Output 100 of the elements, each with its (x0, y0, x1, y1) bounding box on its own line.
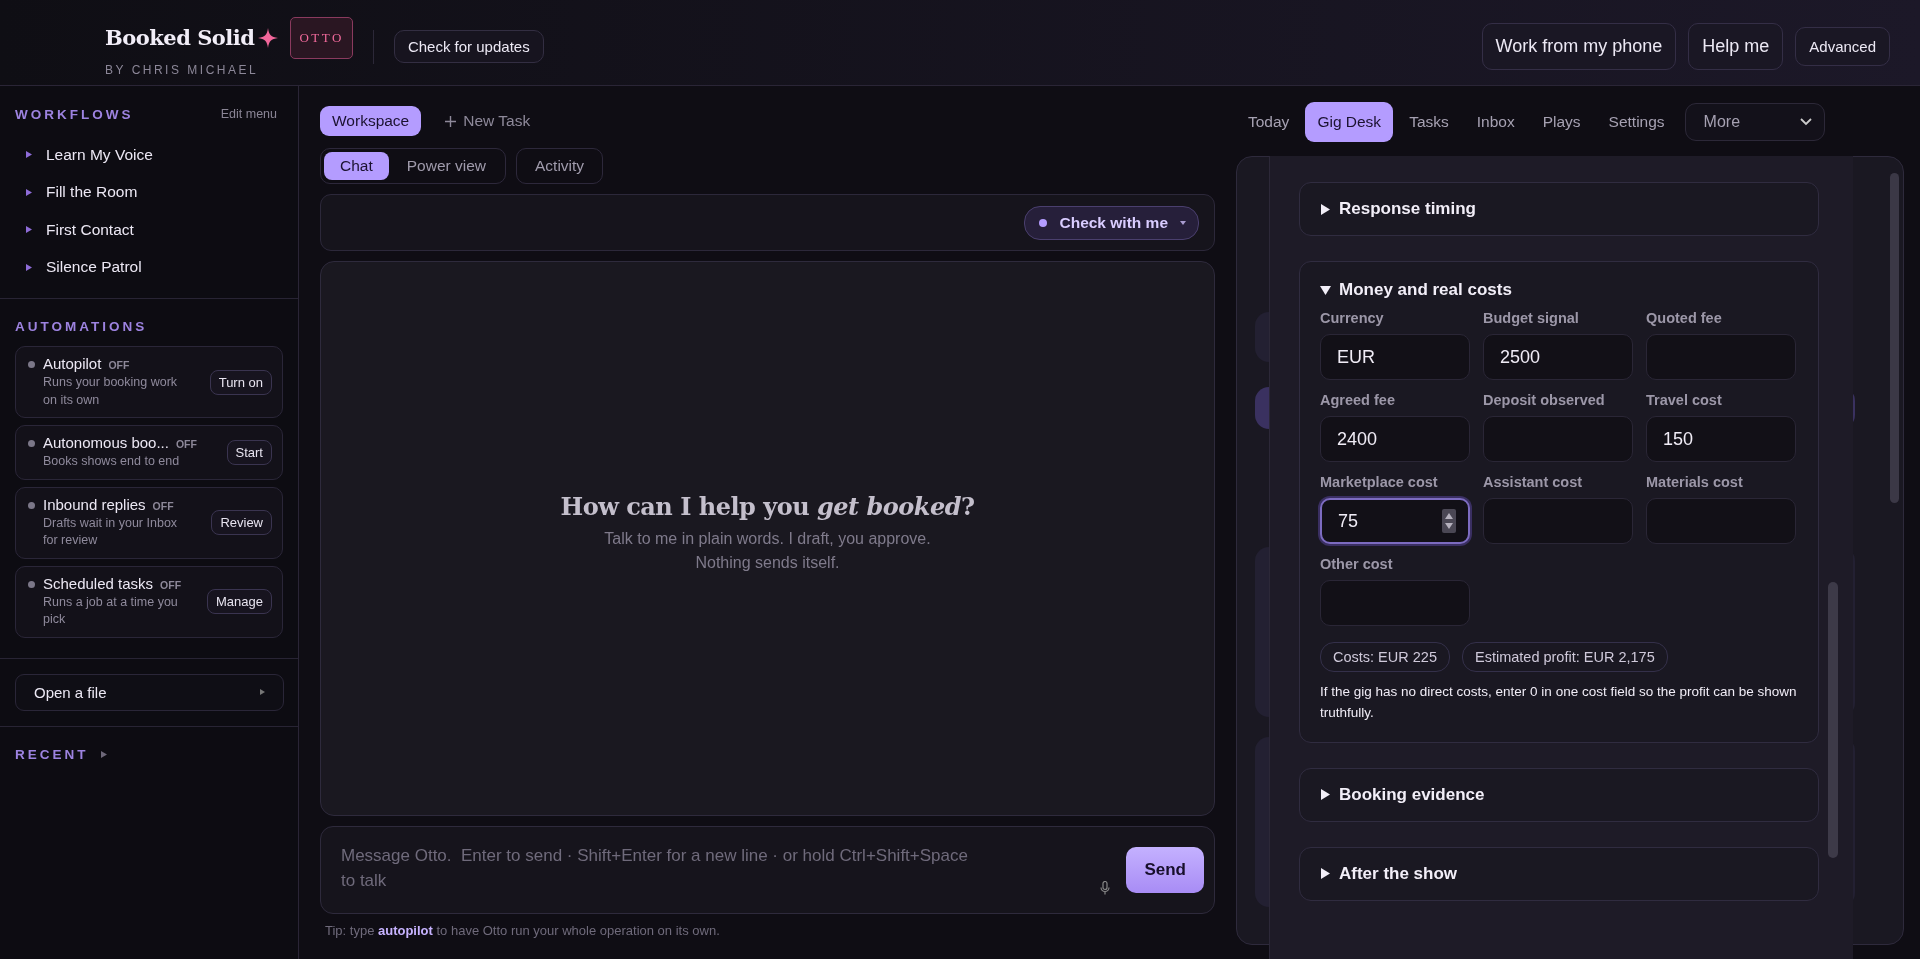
field-label: Travel cost (1646, 392, 1723, 408)
triangle-icon (1320, 284, 1331, 296)
section-toggle[interactable]: Response timing (1300, 183, 1818, 235)
automation-button[interactable]: Start (226, 439, 272, 465)
view-tab[interactable]: Power view (390, 152, 502, 180)
nav-tab[interactable]: Plays (1530, 102, 1593, 142)
triangle-icon (26, 151, 32, 159)
header-button[interactable]: Help me (1688, 23, 1784, 70)
section-toggle[interactable]: Booking evidence (1300, 768, 1818, 821)
summary-chip: Estimated profit: EUR 2,175 (1461, 642, 1668, 672)
section-title: RECENT (15, 746, 89, 762)
scrollbar[interactable] (1828, 582, 1838, 858)
input-field[interactable]: 150 (1646, 416, 1796, 462)
triangle-icon (100, 750, 107, 758)
section-toggle[interactable]: Money and real costs (1300, 262, 1818, 310)
empty-state-heading: How can I help you get booked? (560, 492, 975, 521)
section-toggle[interactable]: After the show (1300, 847, 1818, 900)
field-label: Quoted fee (1646, 310, 1723, 326)
field-label: Agreed fee (1320, 392, 1396, 408)
section-title: WORKFLOWS (15, 106, 134, 122)
nav-tab[interactable]: Inbox (1464, 102, 1527, 142)
status-dot (28, 440, 35, 447)
workflow-item[interactable]: Silence Patrol (46, 258, 142, 277)
field-label: Materials cost (1646, 474, 1744, 490)
workspace-tab[interactable]: Workspace (320, 106, 422, 136)
chevron-icon (1799, 118, 1812, 126)
more-dropdown[interactable]: More (1684, 103, 1825, 141)
nav-tab[interactable]: Today (1236, 102, 1302, 142)
input-field[interactable]: EUR (1320, 334, 1470, 380)
automation-name: Scheduled tasks (43, 574, 154, 592)
help-note: If the gig has no direct costs, enter 0 in one cost field so the profit can be shown truthfully. (1319, 683, 1798, 722)
automation-status: OFF (152, 499, 174, 512)
workflow-item[interactable]: First Contact (46, 220, 134, 239)
triangle-icon (26, 263, 32, 271)
automation-status: OFF (160, 578, 182, 591)
workflow-item[interactable]: Learn My Voice (46, 145, 153, 164)
triangle-icon (26, 188, 32, 196)
field-label: Budget signal (1483, 310, 1580, 326)
input-field[interactable]: 2500 (1483, 334, 1633, 380)
status-dot (28, 580, 35, 588)
otto-badge: OTTO (290, 16, 353, 59)
field-label: Other cost (1320, 556, 1394, 572)
spinner-icon[interactable] (1442, 509, 1456, 533)
automation-description: Books shows end to end (43, 453, 181, 470)
input-field[interactable] (1646, 334, 1796, 380)
mode-dropdown[interactable]: Check with me (1024, 205, 1199, 240)
app-title: Booked Solid (105, 25, 255, 50)
automation-button[interactable]: Turn on (209, 369, 272, 395)
open-file-button[interactable]: Open a file (15, 673, 284, 711)
input-field[interactable] (1646, 498, 1796, 544)
nav-tab[interactable]: Settings (1596, 102, 1677, 142)
nav-tab[interactable]: Tasks (1397, 102, 1461, 142)
microphone-icon[interactable] (1100, 881, 1111, 895)
tip-text: Tip: type autopilot to have Otto run your whole operation on its own. (324, 923, 721, 938)
automation-description: Runs your booking work on its own (43, 374, 179, 409)
empty-state-text: Nothing sends itself. (694, 553, 841, 573)
input-field[interactable] (1483, 416, 1633, 462)
field-label: Deposit observed (1483, 392, 1606, 408)
automation-status: OFF (175, 438, 197, 450)
triangle-icon (1320, 789, 1331, 801)
caret-icon (1180, 220, 1186, 225)
automation-description: Drafts wait in your Inbox for review (43, 514, 179, 549)
automation-button[interactable]: Review (211, 510, 272, 535)
automation-status: OFF (108, 359, 130, 371)
status-dot (28, 361, 35, 368)
nav-tab[interactable]: Gig Desk (1305, 102, 1394, 142)
plus-icon (445, 115, 457, 127)
send-button[interactable]: Send (1126, 847, 1204, 893)
automation-description: Runs a job at a time you pick (43, 593, 179, 628)
input-field[interactable] (1483, 498, 1633, 544)
section-title: AUTOMATIONS (15, 319, 148, 334)
app-byline: BY CHRIS MICHAEL (105, 62, 260, 77)
automation-name: Autopilot (43, 355, 102, 372)
check-updates-button[interactable]: Check for updates (393, 30, 544, 63)
sparkle-icon (258, 27, 279, 48)
field-label: Currency (1320, 310, 1385, 326)
new-task-button[interactable]: New Task (439, 111, 537, 131)
automation-button[interactable]: Manage (207, 589, 272, 614)
status-dot (1039, 218, 1048, 227)
header-button[interactable]: Advanced (1795, 27, 1890, 66)
triangle-icon (26, 226, 32, 234)
empty-state-text: Talk to me in plain words. I draft, you approve. (604, 529, 931, 549)
triangle-icon (260, 689, 265, 695)
edit-menu-link[interactable]: Edit menu (214, 106, 283, 122)
scrollbar[interactable] (1890, 173, 1899, 503)
automation-name: Inbound replies (43, 495, 146, 513)
field-label: Marketplace cost (1320, 474, 1439, 490)
view-tab[interactable]: Activity (516, 148, 604, 184)
message-composer[interactable]: Message Otto. Enter to send · Shift+Enter for a new line · or hold Ctrl+Shift+Space to talk Send (320, 826, 1215, 914)
input-field[interactable]: 75 (1320, 498, 1470, 544)
header-button[interactable]: Work from my phone (1481, 23, 1677, 70)
field-label: Assistant cost (1483, 474, 1584, 490)
triangle-icon (1320, 868, 1331, 880)
view-tab[interactable]: Chat (324, 152, 389, 180)
input-field[interactable] (1320, 580, 1470, 626)
triangle-icon (1320, 203, 1331, 215)
input-field[interactable]: 2400 (1320, 416, 1470, 462)
automation-name: Autonomous boo... (43, 434, 169, 451)
status-dot (28, 501, 35, 509)
workflow-item[interactable]: Fill the Room (46, 183, 138, 202)
